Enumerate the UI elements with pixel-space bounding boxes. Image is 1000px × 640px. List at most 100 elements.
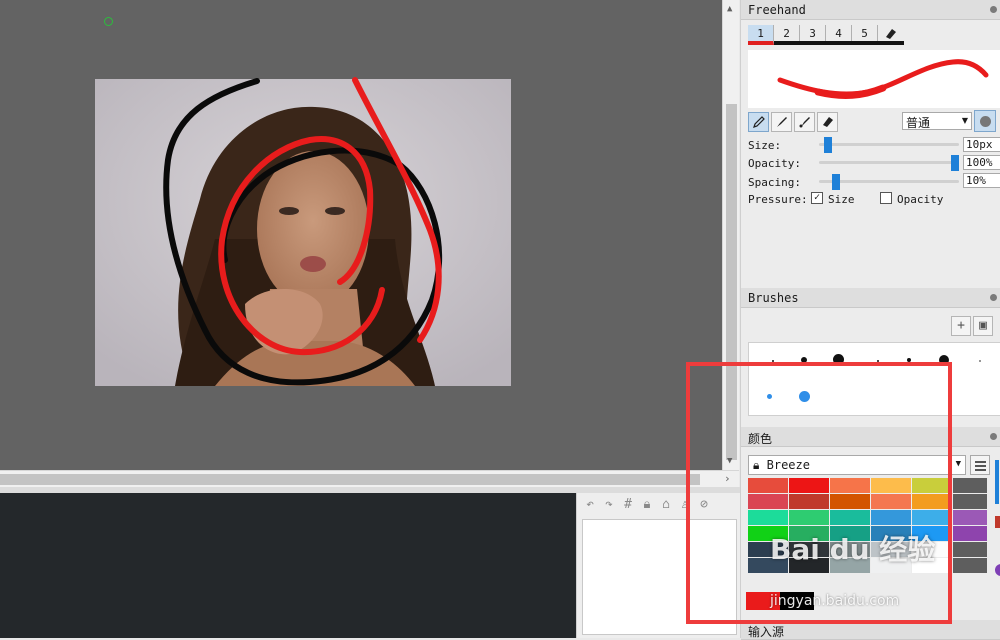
grid-icon[interactable]: # [621,497,635,512]
color-swatch[interactable] [912,494,952,509]
pressure-label: Pressure: [748,193,808,206]
color-swatch[interactable] [830,478,870,493]
panel-options-icon[interactable] [988,4,999,15]
brush-slot-tab-5[interactable]: 5 [852,25,878,41]
brush-preset[interactable] [979,360,981,362]
color-swatch[interactable] [748,494,788,509]
color-swatch[interactable] [789,542,829,557]
brush-slot-tab-2[interactable]: 2 [774,25,800,41]
color-swatch[interactable] [748,558,788,573]
size-value-field[interactable]: 10px [963,137,1000,152]
opacity-value-field[interactable]: 100% [963,155,1000,170]
brush-tool-button[interactable] [771,112,792,132]
brush-preset[interactable] [767,394,772,399]
color-swatch[interactable] [953,494,987,509]
brush-preset[interactable] [877,360,879,362]
color-swatch[interactable] [871,510,911,525]
color-swatch[interactable] [789,558,829,573]
opacity-slider[interactable] [819,155,959,171]
color-swatch[interactable] [748,478,788,493]
horizontal-scroll-thumb[interactable] [0,474,700,485]
color-swatch[interactable] [953,542,987,557]
brush-preset[interactable] [907,358,911,362]
palette-menu-button[interactable] [970,455,990,475]
tag-icon[interactable]: ⌂ [659,497,673,512]
redo-icon[interactable]: ↷ [602,497,616,512]
pressure-opacity-checkbox[interactable] [880,192,892,204]
vertical-scroll-thumb[interactable] [726,104,737,460]
color-swatch[interactable] [953,510,987,525]
foreground-color-swatch[interactable] [746,592,780,610]
layers-list[interactable] [582,519,737,635]
brush-preset[interactable] [799,391,810,402]
pressure-opacity-label: Opacity [897,193,944,206]
color-swatch[interactable] [830,510,870,525]
brushes-panel-header: Brushes [741,288,1000,308]
color-swatch[interactable] [912,510,952,525]
color-swatch[interactable] [871,494,911,509]
brush-preset[interactable] [939,355,949,365]
brush-preset[interactable] [833,354,844,365]
color-swatch[interactable] [789,494,829,509]
color-swatch[interactable] [789,526,829,541]
brush-slot-tab-1[interactable]: 1 [748,25,774,45]
spacing-value-field[interactable]: 10% [963,173,1000,188]
canvas-image[interactable] [95,79,511,386]
panel-options-icon[interactable] [988,292,999,303]
save-brush-button[interactable]: ▣ [973,316,993,336]
scroll-up-arrow-icon[interactable]: ▲ [727,4,732,14]
canvas-vertical-scrollbar[interactable]: ▲ ▼ [722,0,739,470]
brush-presets-grid[interactable] [748,342,1000,416]
brush-slot-tab-3[interactable]: 3 [800,25,826,41]
panel-options-icon[interactable] [988,431,999,442]
background-color-swatch[interactable] [780,592,814,610]
prohibit-icon[interactable]: ⊘ [697,497,711,512]
blend-mode-select[interactable]: 普通 ▼ [902,112,972,130]
color-swatch[interactable] [871,526,911,541]
color-swatch[interactable] [830,526,870,541]
scroll-right-arrow-icon[interactable]: › [724,472,731,485]
color-swatch[interactable] [789,510,829,525]
color-swatch[interactable] [912,558,952,573]
color-swatch[interactable] [912,542,952,557]
scroll-down-arrow-icon[interactable]: ▼ [727,456,732,466]
color-swatch[interactable] [789,478,829,493]
color-swatch[interactable] [830,542,870,557]
palette-select[interactable]: 🔒︎ Breeze ▼ [748,455,966,475]
spacing-slider[interactable] [819,174,959,190]
color-swatch[interactable] [830,558,870,573]
brush-preset[interactable] [772,360,774,362]
smudge-tool-button[interactable] [794,112,815,132]
color-swatch[interactable] [830,494,870,509]
color-swatch[interactable] [871,542,911,557]
lock-icon[interactable]: 🔒︎ [640,497,654,512]
color-swatch[interactable] [748,526,788,541]
color-swatch[interactable] [912,526,952,541]
color-swatch[interactable] [953,526,987,541]
color-swatch[interactable] [953,558,987,573]
canvas-viewport[interactable] [0,0,722,470]
color-swatch[interactable] [871,478,911,493]
brush-preset[interactable] [801,357,807,363]
color-swatch[interactable] [912,478,952,493]
opacity-slider-handle[interactable] [951,155,959,171]
canvas-horizontal-scrollbar[interactable]: › [0,470,739,487]
eraser-icon [822,117,833,127]
user-icon[interactable]: ♙ [678,497,692,512]
color-swatch[interactable] [953,478,987,493]
pressure-blend-toggle[interactable] [974,110,996,132]
pencil-tool-button[interactable] [748,112,769,132]
eraser-slot-tab[interactable] [878,25,904,41]
spacing-slider-handle[interactable] [832,174,840,190]
color-swatch[interactable] [871,558,911,573]
brush-slot-tab-4[interactable]: 4 [826,25,852,41]
color-swatch[interactable] [748,542,788,557]
add-brush-button[interactable]: + [951,316,971,336]
size-slider[interactable] [819,137,959,153]
undo-icon[interactable]: ↶ [583,497,597,512]
pressure-size-checkbox[interactable]: ✓ [811,192,823,204]
color-swatch[interactable] [748,510,788,525]
size-slider-handle[interactable] [824,137,832,153]
eraser-tool-button[interactable] [817,112,838,132]
portrait-photo [95,79,511,386]
